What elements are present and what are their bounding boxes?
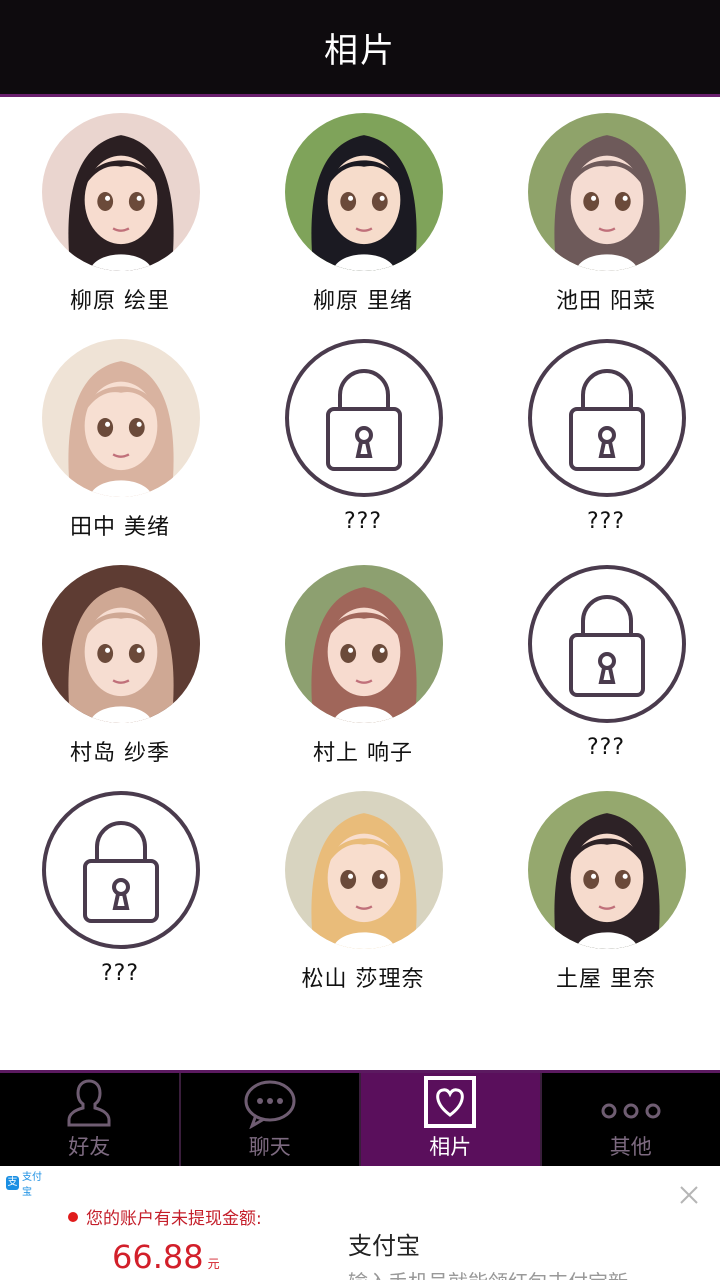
alipay-logo: 支 支付宝 xyxy=(6,1172,50,1198)
photo-item[interactable]: 柳原 绘里 xyxy=(0,97,240,323)
bottom-tab-bar: 好友 聊天 相片 其他 xyxy=(0,1070,720,1169)
tab-photos-label: 相片 xyxy=(429,1135,472,1159)
portrait-image xyxy=(42,113,200,271)
character-avatar[interactable] xyxy=(285,113,443,271)
portrait-image xyxy=(285,791,443,949)
portrait-image xyxy=(42,565,200,723)
tab-more[interactable]: 其他 xyxy=(542,1073,720,1169)
tab-chat[interactable]: 聊天 xyxy=(181,1073,361,1169)
photo-item-name: ??? xyxy=(586,735,626,760)
photo-item[interactable]: 松山 莎理奈 xyxy=(243,775,483,1001)
locked-avatar[interactable] xyxy=(285,339,443,497)
tab-more-label: 其他 xyxy=(609,1135,652,1159)
portrait-image xyxy=(285,565,443,723)
photo-gallery-grid: 柳原 绘里 柳原 里绪 池田 阳菜田中 美绪?????? 村岛 纱季 村上 响子????… xyxy=(0,97,720,1067)
locked-avatar[interactable] xyxy=(528,565,686,723)
red-dot-icon xyxy=(68,1211,78,1222)
locked-photo-item[interactable]: ??? xyxy=(0,775,240,1001)
character-avatar[interactable] xyxy=(285,791,443,949)
photo-item-name: 松山 莎理奈 xyxy=(301,967,425,992)
photo-item-name: 柳原 绘里 xyxy=(70,289,170,314)
photo-item-name: 村岛 纱季 xyxy=(70,741,170,766)
portrait-image xyxy=(528,791,686,949)
character-avatar[interactable] xyxy=(528,791,686,949)
photo-item-name: 柳原 里绪 xyxy=(313,289,413,314)
tab-friends[interactable]: 好友 xyxy=(0,1073,181,1169)
alipay-logo-text: 支付宝 xyxy=(22,1172,43,1198)
locked-photo-item[interactable]: ??? xyxy=(243,323,483,549)
photo-item[interactable]: 村岛 纱季 xyxy=(0,549,240,775)
top-bar: 相片 xyxy=(0,0,720,97)
photo-item[interactable]: 土屋 里奈 xyxy=(486,775,720,1001)
ad-banner[interactable]: 支 支付宝 您的账户有未提现金额: 66.88元 支付宝 输入手机号就能领红包支… xyxy=(0,1166,720,1280)
portrait-image xyxy=(42,339,200,497)
photo-item-name: 田中 美绪 xyxy=(70,515,170,540)
photo-item-name: 村上 响子 xyxy=(313,741,413,766)
photo-item-name: ??? xyxy=(586,509,626,534)
page-title: 相片 xyxy=(324,30,396,71)
photo-item[interactable]: 田中 美绪 xyxy=(0,323,240,549)
more-dots-icon xyxy=(596,1089,666,1129)
tab-friends-label: 好友 xyxy=(68,1135,111,1159)
photo-item-name: ??? xyxy=(343,509,383,534)
character-avatar[interactable] xyxy=(42,565,200,723)
chat-bubble-icon xyxy=(242,1079,298,1129)
character-avatar[interactable] xyxy=(42,113,200,271)
photo-item-name: ??? xyxy=(100,961,140,986)
ad-brand: 支付宝 xyxy=(348,1232,420,1260)
portrait-image xyxy=(285,113,443,271)
photo-item[interactable]: 柳原 里绪 xyxy=(243,97,483,323)
locked-avatar[interactable] xyxy=(528,339,686,497)
ad-amount-unit: 元 xyxy=(207,1257,220,1271)
photo-item-name: 池田 阳菜 xyxy=(556,289,656,314)
person-icon xyxy=(65,1077,113,1129)
ad-amount: 66.88 元 xyxy=(112,1238,220,1276)
close-icon[interactable] xyxy=(678,1184,700,1206)
alipay-icon: 支 xyxy=(6,1176,20,1190)
locked-photo-item[interactable]: ??? xyxy=(486,549,720,775)
character-avatar[interactable] xyxy=(528,113,686,271)
tab-chat-label: 聊天 xyxy=(248,1135,291,1159)
locked-photo-item[interactable]: ??? xyxy=(486,323,720,549)
ad-subtitle: 输入手机号就能领红包支付宝新 xyxy=(348,1266,628,1280)
photo-item[interactable]: 村上 响子 xyxy=(243,549,483,775)
ad-alert: 您的账户有未提现金额: xyxy=(68,1204,262,1229)
photo-item[interactable]: 池田 阳菜 xyxy=(486,97,720,323)
ad-alert-text: 您的账户有未提现金额: xyxy=(86,1209,262,1229)
portrait-image xyxy=(528,113,686,271)
tab-photos[interactable]: 相片 xyxy=(361,1073,542,1169)
locked-avatar[interactable] xyxy=(42,791,200,949)
character-avatar[interactable] xyxy=(42,339,200,497)
heart-photo-icon xyxy=(423,1075,477,1129)
photo-item-name: 土屋 里奈 xyxy=(556,967,656,992)
character-avatar[interactable] xyxy=(285,565,443,723)
ad-amount-value: 66.88 xyxy=(112,1238,204,1276)
